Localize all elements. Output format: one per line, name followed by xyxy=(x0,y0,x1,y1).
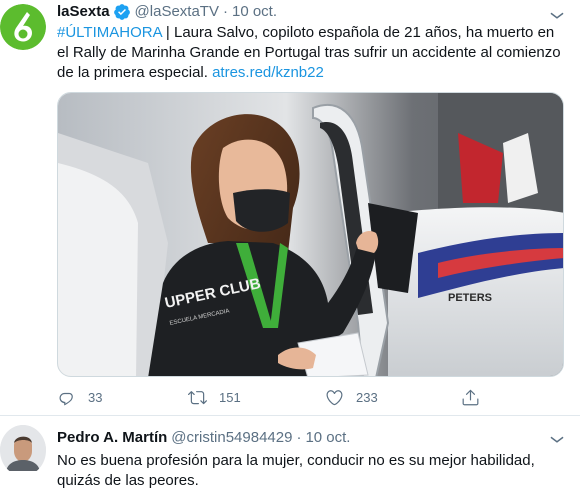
reply-avatar-photo xyxy=(0,425,46,471)
more-options-button[interactable] xyxy=(548,6,566,24)
reply-author-avatar[interactable] xyxy=(0,425,46,476)
author-handle[interactable]: @laSextaTV xyxy=(135,2,219,22)
tweet-url-link[interactable]: atres.red/kznb22 xyxy=(212,64,324,81)
car-lettering: PETERS xyxy=(448,292,492,304)
retweet-icon xyxy=(188,390,207,404)
photo-illustration: PETERS UPPER CLUB ESCUELA MERCADIA xyxy=(58,93,563,376)
reply-more-options-button[interactable] xyxy=(548,430,566,448)
like-button[interactable]: 233 xyxy=(325,386,378,408)
tweet-photo[interactable]: PETERS UPPER CLUB ESCUELA MERCADIA xyxy=(57,92,564,377)
tweet-text: #ÚLTIMAHORA | Laura Salvo, copiloto espa… xyxy=(57,23,567,83)
reply-icon xyxy=(59,392,73,406)
verified-badge-icon xyxy=(113,4,130,20)
retweet-count: 151 xyxy=(219,389,241,405)
like-count: 233 xyxy=(356,389,378,405)
reply-count: 33 xyxy=(88,389,103,405)
header-separator: · xyxy=(222,3,228,20)
reply-header-separator: · xyxy=(296,429,302,446)
author-avatar[interactable] xyxy=(0,4,46,50)
reply-author-name[interactable]: Pedro A. Martín xyxy=(57,428,167,448)
reply-button[interactable]: 33 xyxy=(57,386,102,408)
tweet-actions: 33 151 233 xyxy=(57,386,480,408)
lasexta-logo-icon xyxy=(0,4,46,50)
tweet-header: laSexta @laSextaTV · 10 oct. xyxy=(57,2,277,22)
tweet-date[interactable]: 10 oct. xyxy=(232,2,277,22)
retweet-button[interactable]: 151 xyxy=(188,386,241,408)
reply-text: No es buena profesión para la mujer, con… xyxy=(57,452,535,489)
main-tweet[interactable]: laSexta @laSextaTV · 10 oct. #ÚLTIMAHORA… xyxy=(0,0,580,416)
reply-date[interactable]: 10 oct. xyxy=(305,428,350,448)
like-icon xyxy=(326,389,343,405)
author-name[interactable]: laSexta xyxy=(57,2,110,22)
more-options-icon xyxy=(550,436,564,443)
reply-author-handle[interactable]: @cristin54984429 xyxy=(171,428,292,448)
share-button[interactable] xyxy=(461,386,480,408)
more-options-icon xyxy=(550,12,564,19)
hashtag-link[interactable]: #ÚLTIMAHORA xyxy=(57,24,162,41)
share-icon xyxy=(462,389,479,405)
reply-header: Pedro A. Martín @cristin54984429 · 10 oc… xyxy=(57,428,350,448)
